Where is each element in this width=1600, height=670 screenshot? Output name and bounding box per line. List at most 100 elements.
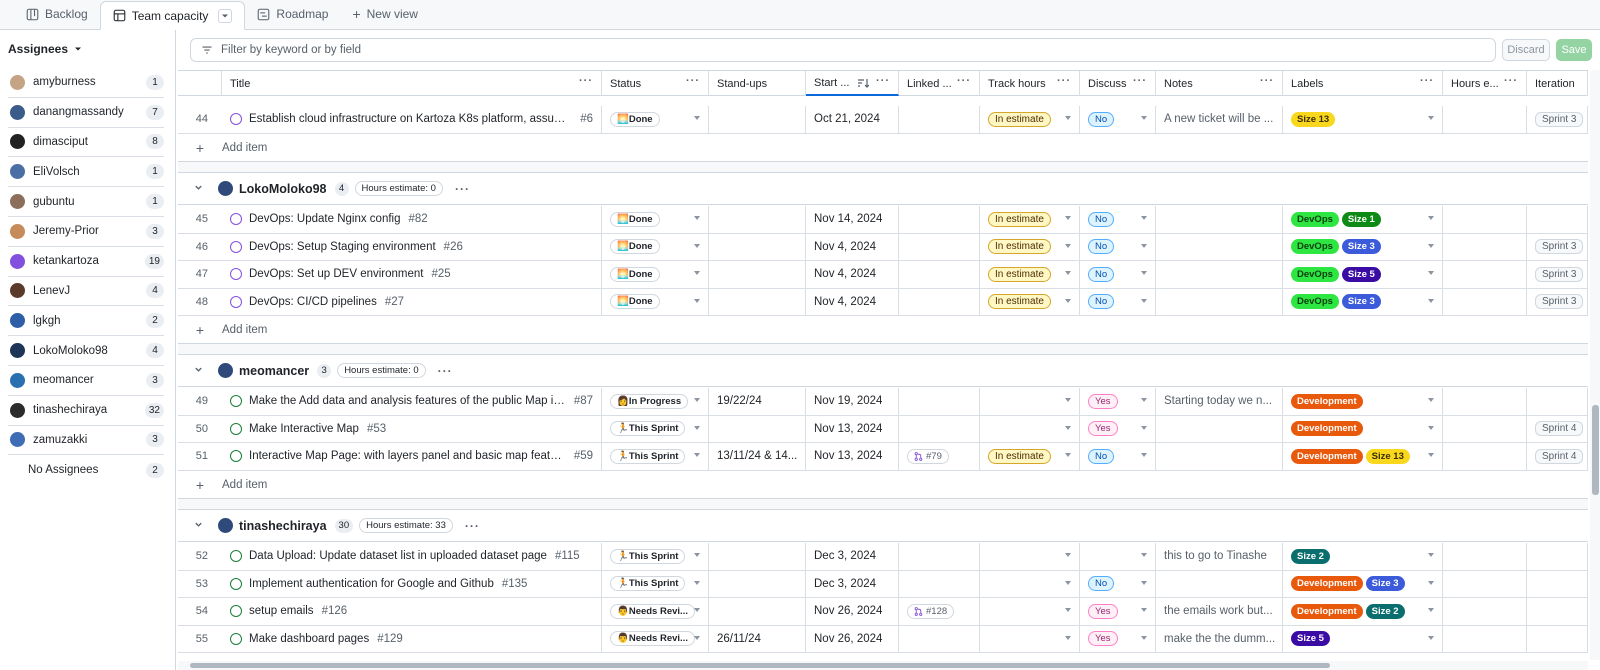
title-cell[interactable]: Establish cloud infrastructure on Kartoz… [222,106,602,133]
notes-cell[interactable] [1156,261,1283,288]
linked-pr-pill[interactable]: #128 [907,603,955,619]
linked-pr-cell[interactable] [899,261,980,288]
column-menu-icon[interactable]: ··· [1504,75,1518,87]
title-cell[interactable]: DevOps: CI/CD pipelines #27 [222,288,602,315]
assignee-item[interactable]: meomancer 3 [8,366,164,396]
column-menu-icon[interactable]: ··· [1420,75,1434,87]
track-hours-cell[interactable]: In estimate [980,261,1080,288]
assignee-item[interactable]: LokoMoloko98 4 [8,336,164,366]
title-cell[interactable]: Interactive Map Page: with layers panel … [222,443,602,470]
iteration-cell[interactable] [1527,388,1588,415]
labels-cell[interactable]: DevOps Size 3 [1283,288,1443,315]
notes-cell[interactable] [1156,206,1283,233]
header-hours-estimate[interactable]: Hours e... ··· [1443,71,1527,96]
hours-estimate-cell[interactable] [1443,106,1527,133]
notes-cell[interactable] [1156,443,1283,470]
iteration-cell[interactable]: Sprint 4 [1527,415,1588,442]
header-track-hours[interactable]: Track hours ··· [980,71,1080,96]
title-cell[interactable]: Implement authentication for Google and … [222,570,602,597]
labels-cell[interactable]: Development [1283,415,1443,442]
labels-cell[interactable]: Size 5 [1283,625,1443,652]
start-date-cell[interactable]: Oct 21, 2024 [806,106,899,133]
status-cell[interactable]: 🏃This Sprint [602,443,709,470]
discuss-cell[interactable]: No [1080,206,1156,233]
iteration-cell[interactable]: Sprint 3 [1527,261,1588,288]
chevron-down-icon[interactable] [694,271,700,275]
hours-estimate-cell[interactable] [1443,570,1527,597]
chevron-down-icon[interactable] [1428,216,1434,220]
chevron-down-icon[interactable] [694,216,700,220]
chevron-down-icon[interactable] [178,520,218,532]
issue-title[interactable]: DevOps: Set up DEV environment [249,268,424,280]
labels-cell[interactable]: Size 13 [1283,106,1443,133]
column-menu-icon[interactable]: ··· [1260,75,1274,87]
status-cell[interactable]: 👨Needs Revi... [602,625,709,652]
track-hours-cell[interactable]: In estimate [980,206,1080,233]
start-date-cell[interactable]: Dec 3, 2024 [806,570,899,597]
iteration-cell[interactable]: Sprint 4 [1527,443,1588,470]
chevron-down-icon[interactable] [1065,216,1071,220]
status-cell[interactable]: 👩In Progress [602,388,709,415]
track-hours-cell[interactable] [980,598,1080,625]
table-row[interactable]: 53 Implement authentication for Google an… [178,570,1588,598]
add-item-row[interactable]: + Add item [178,316,1588,343]
notes-cell[interactable]: the emails work but... [1156,598,1283,625]
assignee-item[interactable]: LenevJ 4 [8,277,164,307]
title-cell[interactable]: DevOps: Setup Staging environment #26 [222,233,602,260]
vertical-scrollbar[interactable] [1590,70,1600,660]
issue-title[interactable]: Data Upload: Update dataset list in uplo… [249,550,547,562]
chevron-down-icon[interactable] [178,365,218,377]
chevron-down-icon[interactable] [1065,608,1071,612]
header-start[interactable]: Start ... ··· [806,71,899,96]
table-row[interactable]: 45 DevOps: Update Nginx config #82 🌅Done Nov… [178,206,1588,234]
title-cell[interactable]: Make dashboard pages #129 [222,625,602,652]
chevron-down-icon[interactable] [1065,425,1071,430]
scroll-thumb[interactable] [190,663,1330,668]
discuss-cell[interactable]: No [1080,233,1156,260]
issue-title[interactable]: Make Interactive Map [249,423,359,435]
group-header[interactable]: meomancer 3 Hours estimate: 0 ··· [178,355,1588,387]
chevron-down-icon[interactable] [694,553,700,557]
chevron-down-icon[interactable] [1428,635,1434,640]
chevron-down-icon[interactable] [1065,580,1071,585]
status-cell[interactable]: 🌅Done [602,261,709,288]
column-menu-icon[interactable]: ··· [579,75,593,87]
notes-cell[interactable] [1156,570,1283,597]
standups-cell[interactable] [709,261,806,288]
tab-backlog[interactable]: Backlog [14,0,100,29]
discuss-cell[interactable] [1080,543,1156,570]
track-hours-cell[interactable] [980,415,1080,442]
column-menu-icon[interactable]: ··· [876,75,890,87]
linked-pr-cell[interactable] [899,388,980,415]
labels-cell[interactable]: Development Size 2 [1283,598,1443,625]
iteration-cell[interactable] [1527,598,1588,625]
table-row[interactable]: 46 DevOps: Setup Staging environment #26 🌅D… [178,233,1588,261]
group-menu-icon[interactable]: ··· [455,182,470,196]
notes-cell[interactable] [1156,288,1283,315]
notes-cell[interactable] [1156,415,1283,442]
chevron-down-icon[interactable] [1141,298,1147,303]
chevron-down-icon[interactable] [1428,398,1434,402]
tab-roadmap[interactable]: Roadmap [245,0,340,29]
assignee-item[interactable]: ketankartoza 19 [8,247,164,277]
status-cell[interactable]: 🏃This Sprint [602,415,709,442]
track-hours-cell[interactable] [980,388,1080,415]
chevron-down-icon[interactable] [694,116,700,120]
status-cell[interactable]: 🏃This Sprint [602,543,709,570]
add-item-row[interactable]: + Add item [178,471,1588,498]
save-button[interactable]: Save [1556,39,1592,61]
linked-pr-cell[interactable] [899,415,980,442]
header-iteration[interactable]: Iteration [1527,71,1588,96]
hours-estimate-cell[interactable] [1443,288,1527,315]
chevron-down-icon[interactable] [1428,298,1434,303]
table-row[interactable]: 48 DevOps: CI/CD pipelines #27 🌅Done Nov 4, … [178,288,1588,316]
chevron-down-icon[interactable] [1065,398,1071,402]
standups-cell[interactable] [709,415,806,442]
assignee-item[interactable]: Jeremy-Prior 3 [8,217,164,247]
chevron-down-icon[interactable] [1428,243,1434,248]
status-cell[interactable]: 🌅Done [602,206,709,233]
title-cell[interactable]: Make the Add data and analysis features … [222,388,602,415]
header-title[interactable]: Title ··· [222,71,602,96]
chevron-down-icon[interactable] [1065,553,1071,557]
discuss-cell[interactable]: Yes [1080,625,1156,652]
